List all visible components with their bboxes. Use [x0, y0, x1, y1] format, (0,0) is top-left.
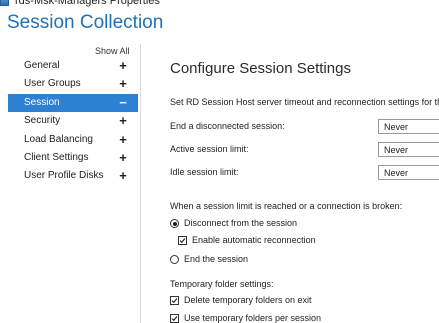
window-title: rds-Msk-Managers Properties [15, 0, 160, 7]
check-icon [171, 316, 178, 322]
properties-window-icon [0, 0, 9, 6]
expand-icon: + [119, 168, 127, 184]
sidebar-nav: General + User Groups + Session − Securi… [8, 57, 138, 186]
sidebar-item-client-settings[interactable]: Client Settings + [8, 149, 138, 167]
expand-icon: + [119, 131, 127, 147]
sidebar-item-label: Session [24, 96, 60, 108]
expand-icon: + [119, 149, 127, 165]
sidebar-item-label: User Groups [24, 78, 81, 90]
disconnect-radio-label: Disconnect from the session [184, 218, 298, 228]
active-limit-label: Active session limit: [170, 144, 249, 154]
limit-prompt-label: When a session limit is reached or a con… [170, 201, 403, 211]
auto-reconnect-checkbox[interactable] [178, 236, 187, 245]
end-disconnected-label: End a disconnected session: [170, 121, 285, 131]
delete-temp-label: Delete temporary folders on exit [184, 295, 312, 305]
show-all-link[interactable]: Show All [95, 46, 130, 56]
sidebar-divider [140, 44, 141, 323]
sidebar-item-label: Client Settings [24, 151, 89, 163]
sidebar-item-label: Load Balancing [24, 133, 93, 145]
auto-reconnect-label: Enable automatic reconnection [192, 235, 316, 245]
page-title: Session Collection [7, 12, 164, 33]
section-description: Set RD Session Host server timeout and r… [170, 97, 439, 107]
properties-dialog: rds-Msk-Managers Properties Session Coll… [0, 0, 439, 323]
end-disconnected-dropdown[interactable]: Never [378, 119, 439, 134]
disconnect-radio[interactable] [170, 219, 179, 228]
sidebar-item-label: User Profile Disks [24, 170, 104, 182]
end-session-radio[interactable] [170, 255, 179, 264]
expand-icon: + [119, 113, 127, 129]
check-icon [179, 238, 186, 244]
sidebar-item-user-profile-disks[interactable]: User Profile Disks + [8, 167, 138, 185]
sidebar-item-load-balancing[interactable]: Load Balancing + [8, 131, 138, 149]
sidebar-item-session[interactable]: Session − [8, 93, 138, 113]
sidebar-item-label: General [24, 60, 60, 71]
end-session-radio-label: End the session [184, 254, 249, 264]
section-heading: Configure Session Settings [170, 60, 351, 77]
check-icon [171, 298, 178, 304]
sidebar-item-user-groups[interactable]: User Groups + [8, 75, 138, 93]
sidebar-item-general[interactable]: General + [8, 57, 138, 75]
idle-limit-label: Idle session limit: [170, 167, 239, 177]
use-temp-checkbox[interactable] [170, 314, 179, 323]
idle-limit-dropdown[interactable]: Never [378, 165, 439, 180]
temp-folder-heading: Temporary folder settings: [170, 279, 274, 289]
sidebar-item-label: Security [24, 115, 61, 127]
delete-temp-checkbox[interactable] [170, 296, 179, 305]
expand-icon: + [119, 76, 127, 92]
title-bar: rds-Msk-Managers Properties [0, 0, 439, 9]
collapse-icon: − [119, 94, 127, 110]
use-temp-label: Use temporary folders per session [184, 313, 322, 323]
sidebar-item-security[interactable]: Security + [8, 112, 138, 130]
expand-icon: + [119, 58, 127, 73]
active-limit-dropdown[interactable]: Never [378, 142, 439, 157]
